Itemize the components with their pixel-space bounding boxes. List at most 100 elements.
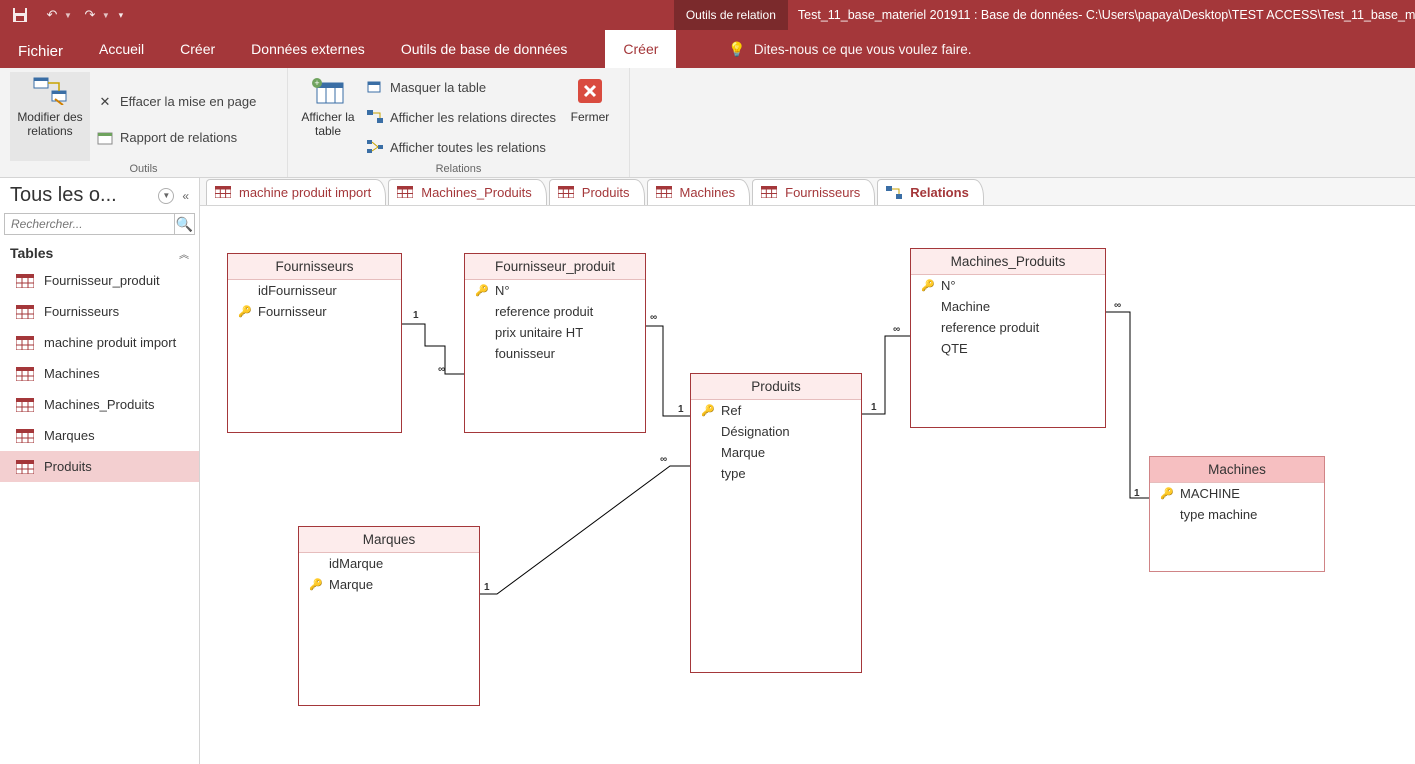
table-icon	[16, 336, 34, 350]
afficher-table-button[interactable]: + Afficher la table	[298, 72, 358, 161]
table-machines-produits[interactable]: Machines_Produits 🔑N°Machinereference pr…	[910, 248, 1106, 428]
field-row[interactable]: Machine	[911, 296, 1105, 317]
nav-collapse-icon[interactable]: «	[180, 189, 191, 203]
field-row[interactable]: type	[691, 463, 861, 484]
table-marques[interactable]: Marques idMarque🔑Marque	[298, 526, 480, 706]
masquer-table-button[interactable]: Masquer la table	[366, 74, 556, 100]
field-row[interactable]: Désignation	[691, 421, 861, 442]
tab-accueil[interactable]: Accueil	[81, 30, 162, 68]
field-row[interactable]: founisseur	[465, 343, 645, 364]
field-row[interactable]: 🔑MACHINE	[1150, 483, 1324, 504]
tell-me-placeholder: Dites-nous ce que vous voulez faire.	[754, 42, 972, 57]
nav-item-produits[interactable]: Produits	[0, 451, 199, 482]
doc-tab-machines-produits[interactable]: Machines_Produits	[388, 179, 547, 205]
table-fournisseurs[interactable]: Fournisseurs idFournisseur🔑Fournisseur	[227, 253, 402, 433]
table-machines[interactable]: Machines 🔑MACHINEtype machine	[1149, 456, 1325, 572]
svg-text:+: +	[314, 78, 319, 88]
tab-donnees-externes[interactable]: Données externes	[233, 30, 383, 68]
search-icon: 🔍	[176, 216, 193, 233]
table-icon	[16, 460, 34, 474]
direct-relations-icon	[366, 108, 384, 126]
table-icon	[16, 429, 34, 443]
undo-icon[interactable]: ↶	[38, 3, 66, 27]
nav-item-machines[interactable]: Machines	[0, 358, 199, 389]
report-icon	[96, 129, 114, 147]
table-icon	[761, 186, 777, 200]
field-row[interactable]: type machine	[1150, 504, 1324, 525]
field-row[interactable]: idFournisseur	[228, 280, 401, 301]
nav-item-machines-produits[interactable]: Machines_Produits	[0, 389, 199, 420]
field-row[interactable]: 🔑N°	[911, 275, 1105, 296]
table-fournisseur-produit[interactable]: Fournisseur_produit 🔑N°reference produit…	[464, 253, 646, 433]
table-icon	[16, 274, 34, 288]
table-produits[interactable]: Produits 🔑RefDésignationMarquetype	[690, 373, 862, 673]
title-bar: ↶▼ ↷▼ ▾ Outils de relation Test_11_base_…	[0, 0, 1415, 30]
afficher-toutes-relations-button[interactable]: Afficher toutes les relations	[366, 134, 556, 160]
qat-customize-icon[interactable]: ▾	[114, 3, 128, 27]
key-icon: 🔑	[921, 279, 935, 292]
file-tab[interactable]: Fichier	[0, 30, 81, 68]
lightbulb-icon: 💡	[728, 41, 745, 58]
field-row[interactable]: reference produit	[911, 317, 1105, 338]
afficher-relations-directes-button[interactable]: Afficher les relations directes	[366, 104, 556, 130]
collapse-section-icon: ︽	[179, 246, 189, 261]
ribbon-group-outils: Modifier des relations ✕ Effacer la mise…	[0, 68, 288, 177]
nav-section-tables[interactable]: Tables ︽	[0, 241, 199, 265]
ribbon-tabs: Fichier Accueil Créer Données externes O…	[0, 30, 1415, 68]
tab-creer[interactable]: Créer	[162, 30, 233, 68]
search-input[interactable]	[4, 213, 174, 235]
table-icon	[16, 398, 34, 412]
redo-icon[interactable]: ↷	[76, 3, 104, 27]
nav-filter-icon[interactable]: ▼	[158, 188, 174, 204]
field-row[interactable]: 🔑Marque	[299, 574, 479, 595]
tell-me-search[interactable]: 💡 Dites-nous ce que vous voulez faire.	[714, 30, 985, 68]
navigation-pane: Tous les o... ▼ « 🔍 Tables ︽ Fournisseur…	[0, 178, 200, 764]
field-row[interactable]: reference produit	[465, 301, 645, 322]
relations-canvas[interactable]: 1 ∞ ∞ 1 1 ∞ 1 ∞ ∞ 1 Fournisseurs idFourn…	[200, 206, 1415, 764]
doc-tab-produits[interactable]: Produits	[549, 179, 645, 205]
nav-item-fournisseur-produit[interactable]: Fournisseur_produit	[0, 265, 199, 296]
table-icon	[656, 186, 672, 200]
doc-tab-relations[interactable]: Relations	[877, 179, 984, 205]
field-row[interactable]: 🔑Ref	[691, 400, 861, 421]
quick-access-toolbar: ↶▼ ↷▼ ▾	[0, 0, 134, 30]
key-icon: 🔑	[1160, 487, 1174, 500]
search-button[interactable]: 🔍	[174, 213, 195, 235]
fermer-button[interactable]: Fermer	[564, 72, 616, 161]
nav-item-marques[interactable]: Marques	[0, 420, 199, 451]
table-icon	[16, 305, 34, 319]
table-icon	[215, 186, 231, 200]
nav-item-fournisseurs[interactable]: Fournisseurs	[0, 296, 199, 327]
nav-item-machine-produit-import[interactable]: machine produit import	[0, 327, 199, 358]
field-row[interactable]: QTE	[911, 338, 1105, 359]
field-row[interactable]: 🔑N°	[465, 280, 645, 301]
doc-tab-machines[interactable]: Machines	[647, 179, 751, 205]
document-tabs: machine produit importMachines_ProduitsP…	[200, 178, 1415, 206]
key-icon: 🔑	[238, 305, 252, 318]
main-area: Tous les o... ▼ « 🔍 Tables ︽ Fournisseur…	[0, 178, 1415, 764]
field-row[interactable]: idMarque	[299, 553, 479, 574]
key-icon: 🔑	[701, 404, 715, 417]
key-icon: 🔑	[475, 284, 489, 297]
field-row[interactable]: Marque	[691, 442, 861, 463]
doc-tab-machine-produit-import[interactable]: machine produit import	[206, 179, 386, 205]
all-relations-icon	[366, 138, 384, 156]
doc-tab-fournisseurs[interactable]: Fournisseurs	[752, 179, 875, 205]
field-row[interactable]: 🔑Fournisseur	[228, 301, 401, 322]
tab-context-creer[interactable]: Créer	[605, 30, 676, 68]
key-icon: 🔑	[309, 578, 323, 591]
clear-layout-icon: ✕	[96, 93, 114, 111]
window-title: Test_11_base_materiel 201911 : Base de d…	[788, 0, 1415, 30]
nav-title[interactable]: Tous les o...	[10, 184, 152, 207]
effacer-mise-en-page-button[interactable]: ✕ Effacer la mise en page	[96, 89, 256, 115]
modifier-relations-button[interactable]: Modifier des relations	[10, 72, 90, 161]
field-row[interactable]: prix unitaire HT	[465, 322, 645, 343]
document-area: machine produit importMachines_ProduitsP…	[200, 178, 1415, 764]
close-icon	[572, 76, 608, 106]
contextual-tab-label: Outils de relation	[674, 0, 788, 30]
rapport-relations-button[interactable]: Rapport de relations	[96, 125, 256, 151]
tab-outils-bdd[interactable]: Outils de base de données	[383, 30, 586, 68]
save-icon[interactable]	[6, 3, 34, 27]
table-icon	[397, 186, 413, 200]
hide-table-icon	[366, 78, 384, 96]
